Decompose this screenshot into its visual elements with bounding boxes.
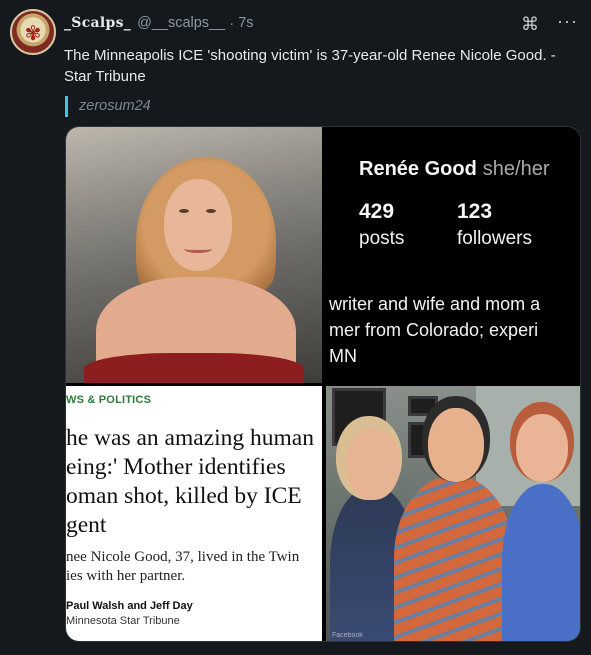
separator-dot: · xyxy=(229,14,235,32)
article-byline: Paul Walsh and Jeff Day xyxy=(66,600,193,612)
wall-frame xyxy=(408,396,438,416)
photo-watermark: Facebook xyxy=(332,632,363,639)
headline-line: gent xyxy=(66,512,107,538)
article-section: WS & POLITICS xyxy=(66,394,152,406)
person-right xyxy=(502,484,580,641)
post-header: _Scalps_ @__scalps__ · 7s xyxy=(64,12,254,34)
dek-line: ies with her partner. xyxy=(66,568,186,584)
family-photo[interactable]: Facebook xyxy=(326,386,580,641)
followers-label: followers xyxy=(457,228,532,249)
post-text: The Minneapolis ICE 'shooting victim' is… xyxy=(64,45,564,87)
profile-name: Renée Good she/her xyxy=(359,158,550,181)
bio-line: writer and wife and mom a xyxy=(329,294,541,314)
post-text-line: The Minneapolis ICE 'shooting victim' is… xyxy=(64,47,556,64)
posts-stat: 429 posts xyxy=(359,200,404,250)
more-options-icon[interactable]: ··· xyxy=(557,11,578,32)
headline-line: oman shot, killed by ICE xyxy=(66,483,302,509)
dek-line: nee Nicole Good, 37, lived in the Twin xyxy=(66,549,300,565)
followers-stat: 123 followers xyxy=(457,200,532,250)
followers-count: 123 xyxy=(457,200,493,223)
headline-line: he was an amazing human xyxy=(66,425,314,451)
photo-eye xyxy=(179,209,189,213)
article-dek: nee Nicole Good, 37, lived in the Twin i… xyxy=(66,548,322,586)
posts-label: posts xyxy=(359,228,405,249)
post-text-line: Star Tribune xyxy=(64,68,146,85)
avatar[interactable]: ✾ xyxy=(10,9,56,55)
posts-count: 429 xyxy=(359,200,395,223)
media-grid[interactable]: Renée Good she/her 429 posts 123 follower… xyxy=(65,126,581,642)
timestamp[interactable]: 7s xyxy=(238,15,253,31)
profile-pronouns: she/her xyxy=(482,158,550,180)
photo-face xyxy=(164,179,232,271)
person-middle xyxy=(394,476,514,641)
person-middle-head xyxy=(428,408,484,482)
quote-author[interactable]: zerosum24 xyxy=(79,98,151,114)
photo-smile xyxy=(184,245,212,253)
photo-eye xyxy=(206,209,216,213)
avatar-glyph-icon: ✾ xyxy=(24,21,42,45)
headline-line: eing:' Mother identifies xyxy=(66,454,286,480)
bio-line: MN xyxy=(329,346,357,366)
quote-bar xyxy=(65,96,68,117)
handle[interactable]: @__scalps__ xyxy=(137,15,225,31)
photo-dress xyxy=(84,353,304,383)
article-source: Minnesota Star Tribune xyxy=(66,615,180,627)
profile-name-text: Renée Good xyxy=(359,158,477,180)
article-screenshot[interactable]: WS & POLITICS he was an amazing human ei… xyxy=(66,386,322,641)
command-icon[interactable]: ⌘ xyxy=(521,14,539,35)
profile-panel[interactable]: Renée Good she/her 429 posts 123 follower… xyxy=(322,127,580,383)
profile-bio: writer and wife and mom a mer from Color… xyxy=(329,291,580,369)
display-name[interactable]: _Scalps_ xyxy=(64,15,131,31)
portrait-photo[interactable] xyxy=(66,127,322,383)
person-left-head xyxy=(346,428,400,500)
article-headline: he was an amazing human eing:' Mother id… xyxy=(66,424,322,540)
post: ✾ _Scalps_ @__scalps__ · 7s ⌘ ··· The Mi… xyxy=(0,0,591,655)
bio-line: mer from Colorado; experi xyxy=(329,320,539,340)
person-right-head xyxy=(516,414,568,482)
